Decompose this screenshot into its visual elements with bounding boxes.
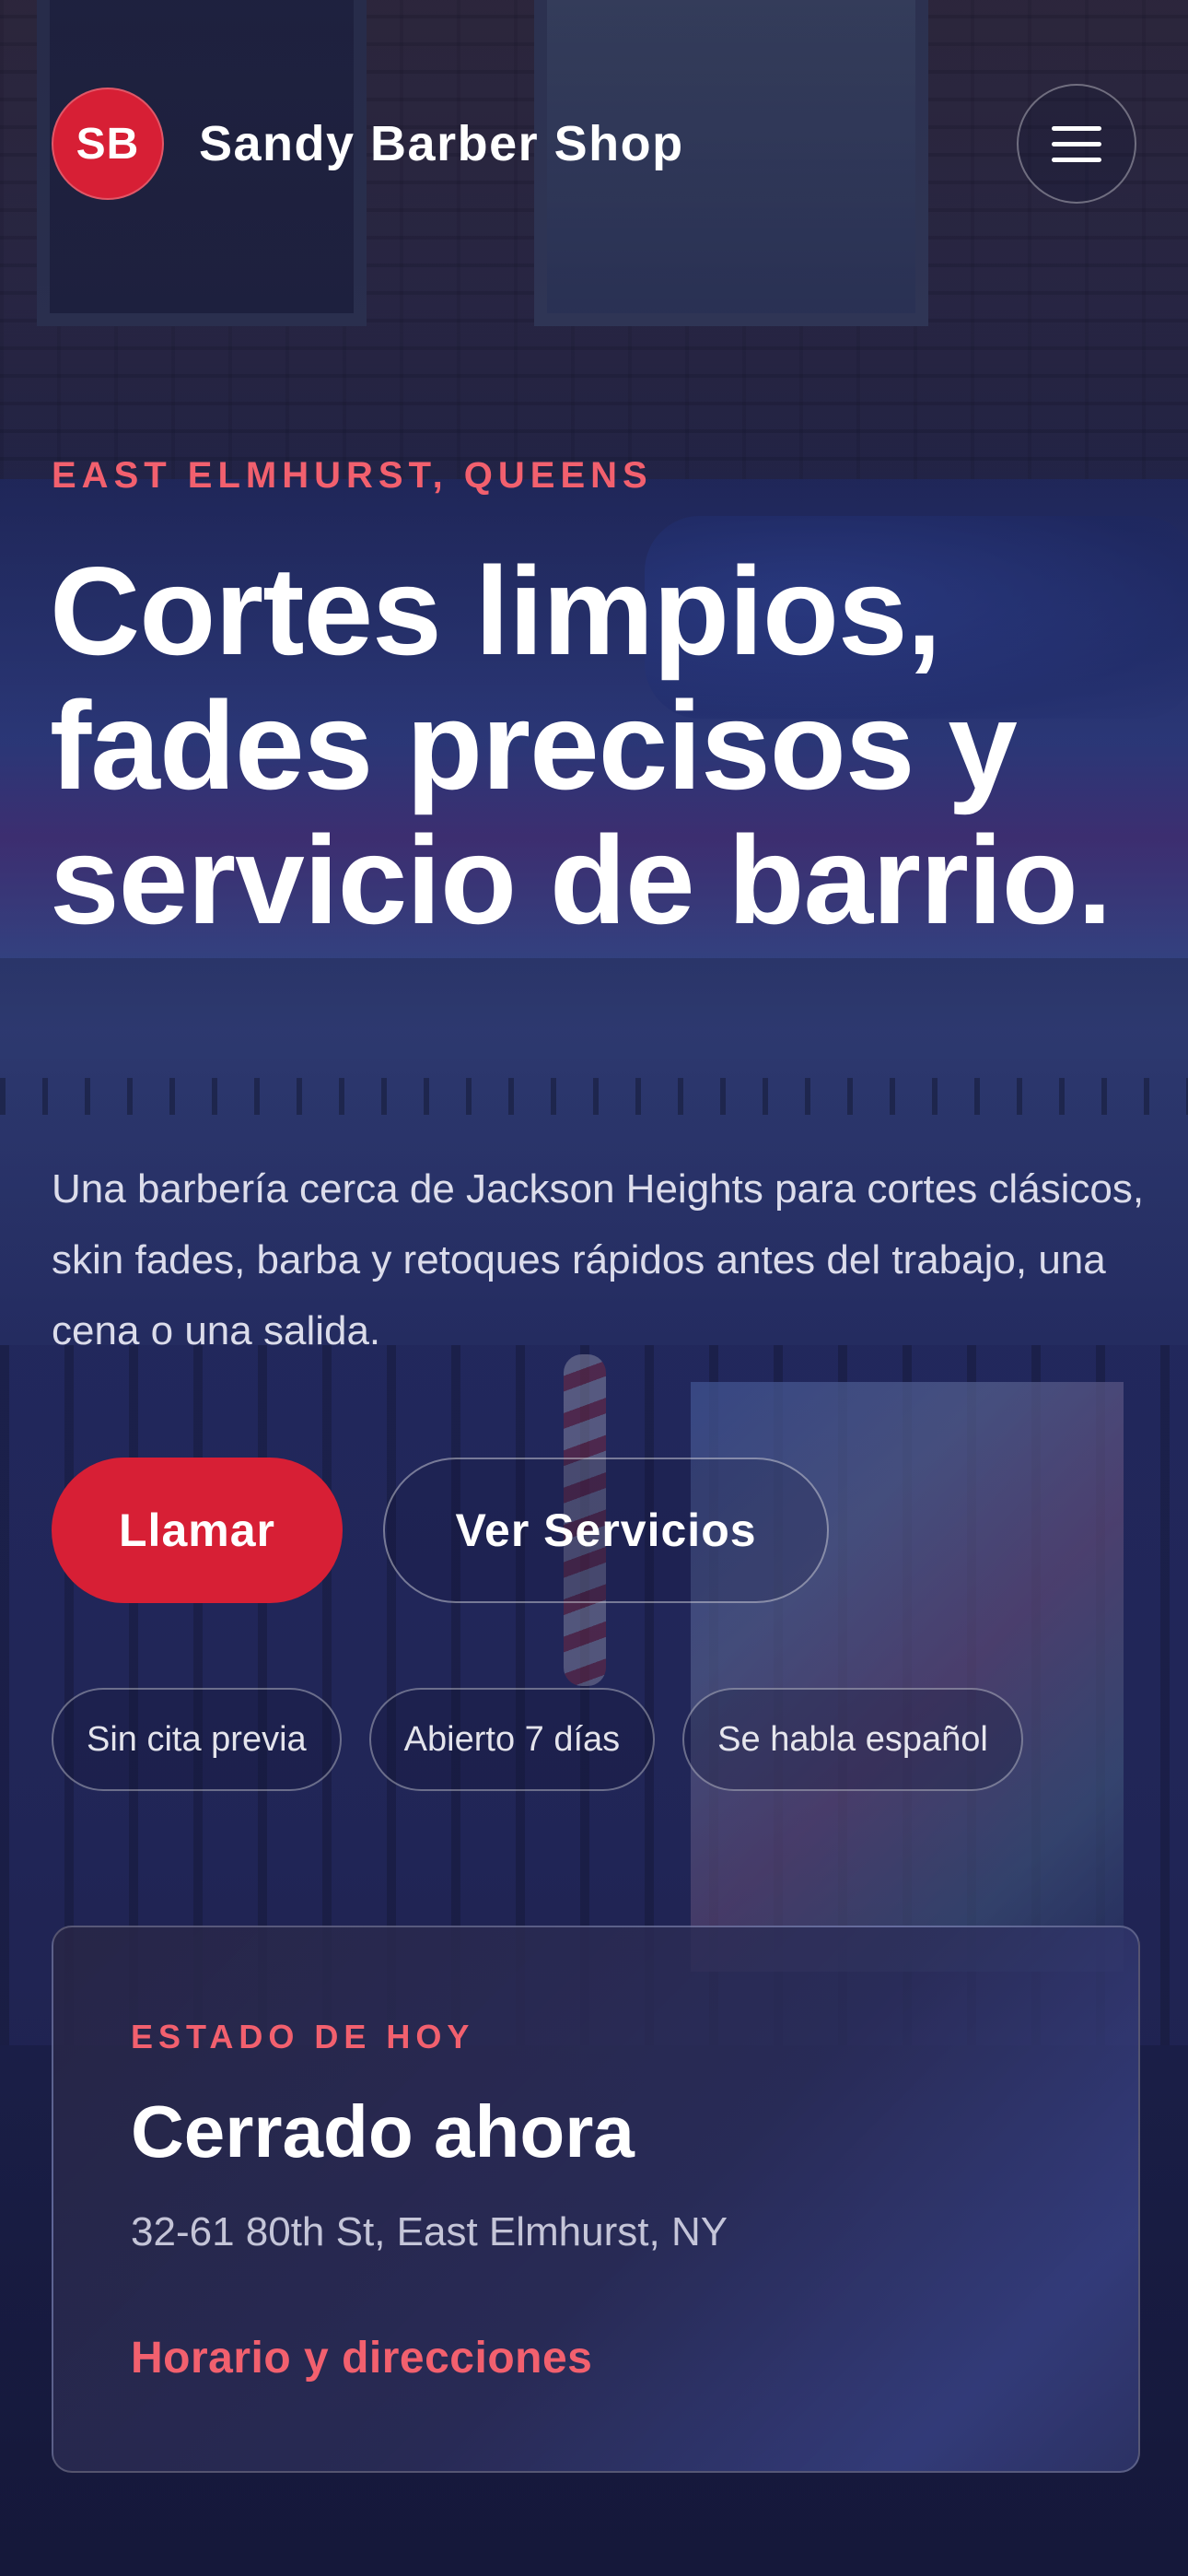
chip-spanish-spoken: Se habla español — [682, 1688, 1023, 1791]
brand-name[interactable]: Sandy Barber Shop — [199, 115, 684, 172]
hours-directions-link[interactable]: Horario y direcciones — [131, 2333, 592, 2383]
status-card-eyebrow: ESTADO DE HOY — [131, 2018, 475, 2055]
menu-button[interactable] — [1017, 84, 1136, 204]
hamburger-menu-icon-bar — [1052, 157, 1101, 162]
hamburger-menu-icon-bar — [1052, 141, 1101, 146]
hamburger-menu-icon — [1052, 125, 1101, 131]
chip-open-7-days: Abierto 7 días — [368, 1688, 656, 1791]
chip-walk-in: Sin cita previa — [52, 1688, 342, 1791]
logo-badge[interactable]: SB — [52, 88, 164, 200]
location-eyebrow: EAST ELMHURST, QUEENS — [52, 455, 653, 496]
view-services-button[interactable]: Ver Servicios — [383, 1458, 829, 1603]
status-card: ESTADO DE HOY Cerrado ahora 32-61 80th S… — [52, 1926, 1140, 2473]
call-button[interactable]: Llamar — [52, 1458, 343, 1603]
hero-title: Cortes limpios, fades precisos y servici… — [50, 541, 1112, 950]
status-card-address: 32-61 80th St, East Elmhurst, NY — [131, 2209, 728, 2254]
hero-description: Una barbería cerca de Jackson Heights pa… — [52, 1166, 1145, 1353]
cta-row: Llamar Ver Servicios — [52, 1458, 829, 1603]
site-header: SB Sandy Barber Shop — [52, 84, 1136, 204]
status-card-status: Cerrado ahora — [131, 2090, 635, 2172]
feature-chips: Sin cita previa Abierto 7 días Se habla … — [52, 1688, 1023, 1791]
